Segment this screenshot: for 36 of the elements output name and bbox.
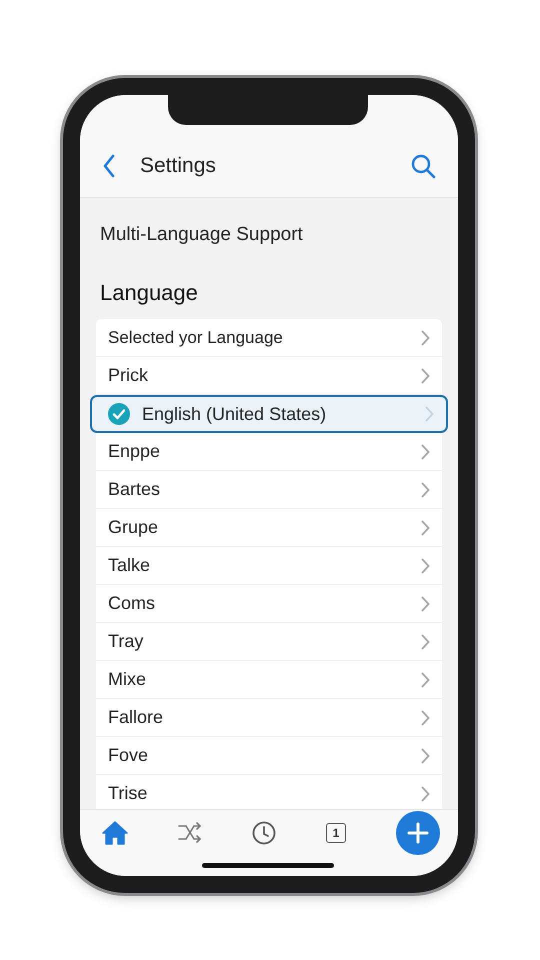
chevron-icon (421, 634, 430, 650)
language-item[interactable]: Mixe (96, 661, 442, 699)
check-icon (108, 403, 130, 425)
screen-title: Settings (140, 154, 217, 178)
section-title: Multi-Language Support (100, 224, 304, 246)
language-item[interactable]: Enppe (96, 433, 442, 471)
list-heading: Language (100, 280, 199, 306)
language-item[interactable]: English (United States) (90, 395, 448, 433)
language-item[interactable]: Coms (96, 585, 442, 623)
chevron-icon (421, 786, 430, 802)
chevron-icon (421, 596, 430, 612)
chevron-icon (421, 482, 430, 498)
home-icon[interactable] (102, 821, 128, 845)
calendar-icon[interactable]: 1 (326, 823, 346, 843)
chevron-icon (421, 558, 430, 574)
chevron-icon (421, 672, 430, 688)
shuffle-icon[interactable] (178, 822, 202, 844)
search-icon[interactable] (410, 153, 436, 179)
chevron-icon (421, 368, 430, 384)
language-item[interactable]: Fove (96, 737, 442, 775)
chevron-icon (421, 330, 430, 346)
chevron-icon (421, 520, 430, 536)
back-icon[interactable] (102, 154, 116, 178)
plus-icon (407, 822, 429, 844)
language-item[interactable]: Tray (96, 623, 442, 661)
language-item[interactable]: Fallore (96, 699, 442, 737)
chevron-icon (425, 406, 434, 422)
language-item[interactable]: Bartes (96, 471, 442, 509)
chevron-icon (421, 748, 430, 764)
chevron-icon (421, 710, 430, 726)
add-button[interactable] (396, 811, 440, 855)
language-item[interactable]: Talke (96, 547, 442, 585)
language-item[interactable]: Selected yor Language (96, 319, 442, 357)
language-item[interactable]: Grupe (96, 509, 442, 547)
clock-icon[interactable] (252, 821, 276, 845)
chevron-icon (421, 444, 430, 460)
